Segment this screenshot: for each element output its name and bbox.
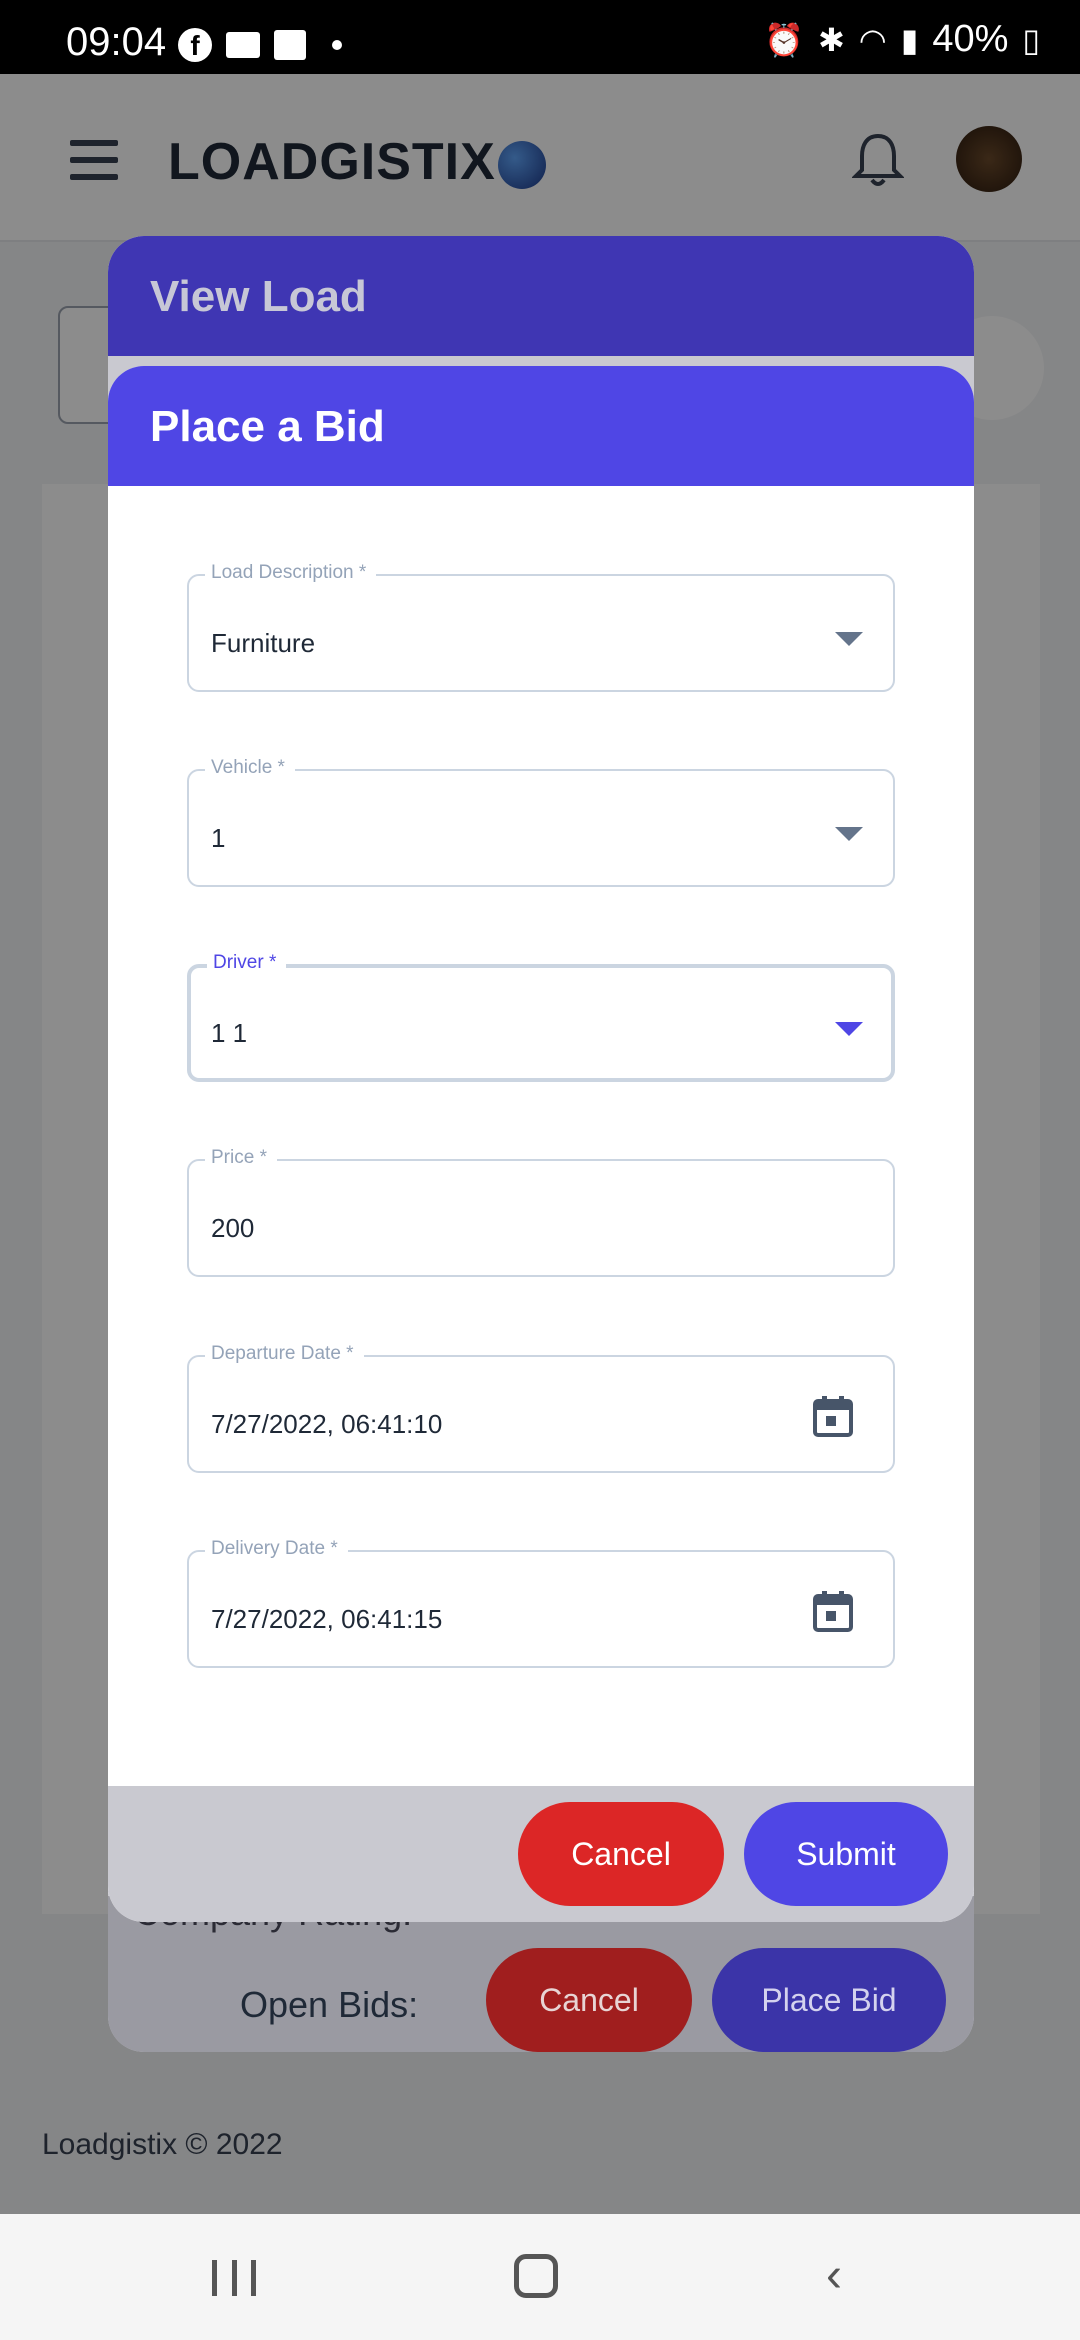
vehicle-select[interactable]: Vehicle * 1: [187, 757, 895, 887]
price-label: Price *: [205, 1147, 277, 1169]
alarm-icon: ⏰: [764, 21, 804, 58]
delivery-date-label: Delivery Date *: [205, 1538, 348, 1560]
driver-select[interactable]: Driver * 1 1: [187, 952, 895, 1082]
dialog-header: Place a Bid: [108, 366, 974, 486]
load-description-select[interactable]: Load Description * Furniture: [187, 562, 895, 692]
battery-icon: ▯: [1022, 21, 1040, 58]
dropdown-arrow-icon: [835, 827, 863, 841]
open-bids-label: Open Bids:: [240, 1984, 419, 2025]
more-notifications-icon: [332, 40, 342, 50]
view-load-title: View Load: [150, 272, 367, 321]
price-value: 200: [211, 1213, 255, 1243]
home-icon[interactable]: [514, 2254, 558, 2298]
cancel-button[interactable]: Cancel: [518, 1802, 724, 1906]
image-icon: [274, 30, 306, 60]
system-icons: ⏰ ✱ ◠ ▮ 40% ▯: [764, 18, 1040, 61]
battery-percent: 40%: [932, 18, 1009, 60]
departure-date-label: Departure Date *: [205, 1343, 364, 1365]
bluetooth-icon: ✱: [817, 21, 845, 58]
notification-icons: f: [178, 28, 342, 62]
calendar-icon[interactable]: [813, 1590, 853, 1632]
price-input[interactable]: Price * 200: [187, 1147, 895, 1277]
driver-value: 1 1: [211, 1018, 248, 1048]
departure-date-input[interactable]: Departure Date * 7/27/2022, 06:41:10: [187, 1343, 895, 1473]
mail-icon: [226, 32, 260, 58]
dropdown-arrow-icon: [835, 1022, 863, 1036]
delivery-date-input[interactable]: Delivery Date * 7/27/2022, 06:41:15: [187, 1538, 895, 1668]
place-bid-button[interactable]: Place Bid: [712, 1948, 946, 2052]
back-icon[interactable]: ‹: [826, 2252, 842, 2300]
status-time: 09:04: [66, 20, 167, 64]
dropdown-arrow-icon: [835, 632, 863, 646]
wifi-icon: ◠: [858, 21, 887, 58]
recents-icon[interactable]: [212, 2260, 256, 2296]
system-nav-bar: ‹: [0, 2214, 1080, 2340]
view-load-cancel-button[interactable]: Cancel: [486, 1948, 692, 2052]
dialog-title: Place a Bid: [150, 402, 385, 451]
vehicle-label: Vehicle *: [205, 757, 295, 779]
facebook-icon: f: [178, 28, 212, 62]
departure-date-value: 7/27/2022, 06:41:10: [211, 1409, 443, 1439]
delivery-date-value: 7/27/2022, 06:41:15: [211, 1604, 443, 1634]
status-bar: 09:04 f ⏰ ✱ ◠ ▮ 40% ▯: [0, 0, 1080, 74]
place-bid-dialog: Place a Bid Load Description * Furniture…: [108, 366, 974, 1922]
vehicle-value: 1: [211, 823, 226, 853]
signal-icon: ▮: [900, 21, 919, 58]
load-description-label: Load Description *: [205, 562, 377, 584]
calendar-icon[interactable]: [813, 1395, 853, 1437]
driver-label: Driver *: [207, 952, 287, 974]
load-description-value: Furniture: [211, 628, 316, 658]
submit-button[interactable]: Submit: [744, 1802, 948, 1906]
